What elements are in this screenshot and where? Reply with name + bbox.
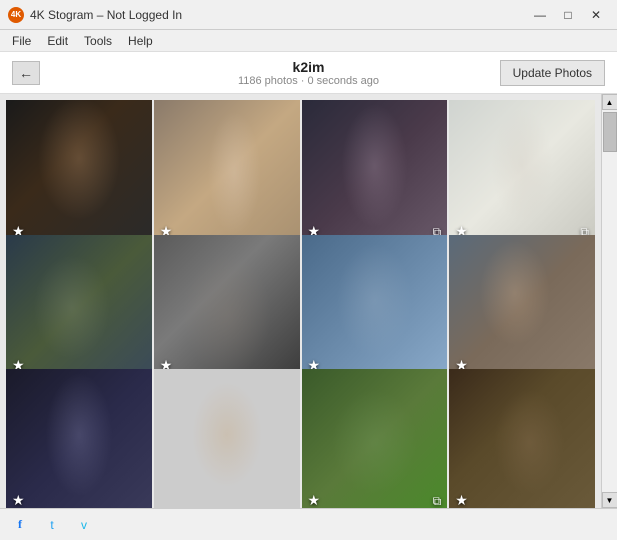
star-icon-12: ★ <box>455 492 468 508</box>
title-bar: 4K 4K Stogram – Not Logged In — □ ✕ <box>0 0 617 30</box>
scrollbar-thumb[interactable] <box>603 112 617 152</box>
close-button[interactable]: ✕ <box>583 5 609 25</box>
menu-help[interactable]: Help <box>120 32 161 50</box>
photo-cell-4[interactable]: ★ ⧉ <box>449 100 595 246</box>
update-photos-button[interactable]: Update Photos <box>500 60 605 86</box>
photo-cell-3[interactable]: ★ ⧉ <box>302 100 448 246</box>
menu-bar: File Edit Tools Help <box>0 30 617 52</box>
photo-cell-8[interactable]: ★ <box>449 235 595 381</box>
maximize-button[interactable]: □ <box>555 5 581 25</box>
star-icon-9: ★ <box>12 492 25 508</box>
toolbar: ← k2im 1186 photos · 0 seconds ago Updat… <box>0 52 617 94</box>
photo-grid: ★ ★ ★ ⧉ ★ ⧉ ★ ★ <box>0 94 601 508</box>
status-bar: f t v <box>0 508 617 540</box>
photo-overlay-11: ★ <box>308 492 321 508</box>
content-area: ★ ★ ★ ⧉ ★ ⧉ ★ ★ <box>0 94 617 508</box>
menu-edit[interactable]: Edit <box>39 32 76 50</box>
menu-tools[interactable]: Tools <box>76 32 120 50</box>
window-controls: — □ ✕ <box>527 5 609 25</box>
window-title: 4K Stogram – Not Logged In <box>30 8 527 22</box>
photo-cell-7[interactable]: ★ <box>302 235 448 381</box>
photo-cell-6[interactable]: ★ <box>154 235 300 381</box>
minimize-button[interactable]: — <box>527 5 553 25</box>
menu-file[interactable]: File <box>4 32 39 50</box>
photo-cell-10[interactable] <box>154 369 300 508</box>
scrollbar[interactable]: ▲ ▼ <box>601 94 617 508</box>
photo-cell-11[interactable]: ★ ⧉ <box>302 369 448 508</box>
vimeo-icon[interactable]: v <box>74 515 94 535</box>
back-button[interactable]: ← <box>12 61 40 85</box>
star-icon-11: ★ <box>308 492 321 508</box>
photo-overlay-12: ★ <box>455 492 468 508</box>
copy-icon-11: ⧉ <box>433 494 442 508</box>
photo-cell-9[interactable]: ★ <box>6 369 152 508</box>
photo-cell-1[interactable]: ★ <box>6 100 152 246</box>
photo-cell-5[interactable]: ★ <box>6 235 152 381</box>
scrollbar-down-button[interactable]: ▼ <box>602 492 617 508</box>
photo-overlay-9: ★ <box>12 492 25 508</box>
scrollbar-up-button[interactable]: ▲ <box>602 94 617 110</box>
photo-cell-12[interactable]: ★ <box>449 369 595 508</box>
photo-cell-2[interactable]: ★ <box>154 100 300 246</box>
twitter-icon[interactable]: t <box>42 515 62 535</box>
facebook-icon[interactable]: f <box>10 515 30 535</box>
app-icon: 4K <box>8 7 24 23</box>
